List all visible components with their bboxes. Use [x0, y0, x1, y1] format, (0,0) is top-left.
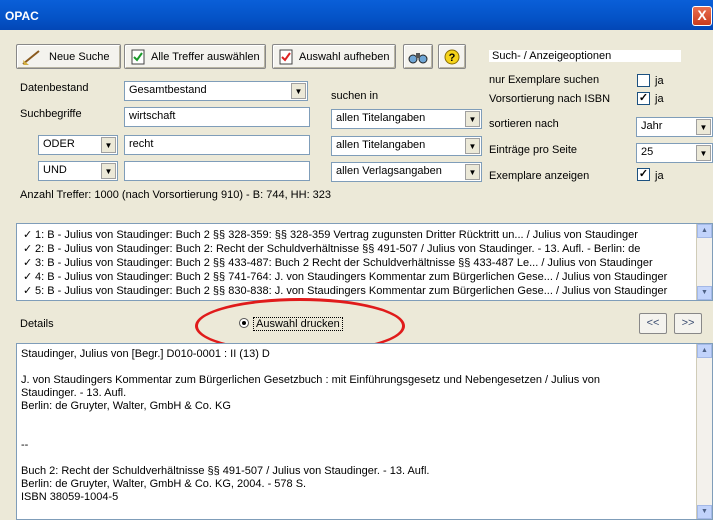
check-icon: ✓ — [23, 229, 33, 241]
search-field-1-value: allen Titelangaben — [336, 112, 426, 124]
search-terms-label: Suchbegriffe — [20, 108, 82, 120]
broom-icon — [21, 48, 45, 66]
window-title: OPAC — [5, 9, 39, 23]
search-term-1-input[interactable]: wirtschaft — [124, 107, 310, 127]
operator-2-select[interactable]: UND ▼ — [38, 161, 118, 181]
new-search-button[interactable]: Neue Suche — [16, 44, 121, 69]
only-copies-checkbox[interactable] — [637, 74, 650, 87]
chevron-down-icon: ▼ — [101, 163, 116, 179]
details-line: J. von Staudingers Kommentar zum Bürgerl… — [21, 374, 601, 386]
results-scrollbar[interactable]: ▲ ▼ — [696, 224, 712, 300]
new-search-label: Neue Suche — [49, 50, 110, 63]
only-copies-label: nur Exemplare suchen — [489, 74, 600, 86]
list-item[interactable]: ✓ 2: B - Julius von Staudinger: Buch 2: R… — [17, 242, 712, 256]
chevron-down-icon: ▼ — [101, 137, 116, 153]
chevron-down-icon: ▼ — [696, 119, 711, 135]
details-label: Details — [20, 318, 54, 330]
binoculars-button[interactable] — [403, 44, 433, 69]
presort-isbn-label: Vorsortierung nach ISBN — [489, 93, 611, 105]
search-in-label: suchen in — [331, 90, 379, 102]
check-icon: ✓ — [23, 243, 33, 255]
details-line: ISBN 38059-1004-5 — [21, 491, 119, 503]
scroll-up-icon[interactable]: ▲ — [697, 224, 712, 238]
operator-1-value: ODER — [43, 138, 75, 150]
presort-isbn-checkbox[interactable]: ✓ — [637, 92, 650, 105]
details-scrollbar[interactable]: ▲ ▼ — [696, 344, 712, 519]
select-all-button[interactable]: Alle Treffer auswählen — [124, 44, 266, 69]
details-line — [21, 426, 708, 439]
select-all-icon — [129, 48, 147, 66]
help-icon: ? — [443, 48, 461, 66]
details-line: Berlin: de Gruyter, Walter, GmbH & Co. K… — [21, 478, 307, 490]
search-field-3-select[interactable]: allen Verlagsangaben ▼ — [331, 162, 482, 182]
list-item[interactable]: ✓ 3: B - Julius von Staudinger: Buch 2 §§… — [17, 256, 712, 270]
holdings-select[interactable]: Gesamtbestand ▼ — [124, 81, 308, 101]
entries-per-page-value: 25 — [641, 146, 654, 158]
title-bar: OPAC X — [0, 0, 713, 30]
clear-selection-button[interactable]: Auswahl aufheben — [272, 44, 396, 69]
show-copies-checkbox[interactable]: ✓ — [637, 168, 650, 181]
details-line: Buch 2: Recht der Schuldverhältnisse §§ … — [21, 465, 430, 477]
scroll-down-icon[interactable]: ▼ — [697, 505, 712, 519]
previous-page-button[interactable]: << — [639, 313, 667, 334]
entries-per-page-select[interactable]: 25 ▼ — [636, 143, 713, 163]
show-copies-label: Exemplare anzeigen — [489, 170, 590, 182]
hit-count: Anzahl Treffer: 1000 (nach Vorsortierung… — [20, 189, 332, 201]
search-field-2-select[interactable]: allen Titelangaben ▼ — [331, 136, 482, 156]
close-button[interactable]: X — [692, 6, 712, 26]
details-line: -- — [21, 439, 29, 451]
list-item[interactable]: ✓ 1: B - Julius von Staudinger: Buch 2 §§… — [17, 228, 712, 242]
check-icon: ✓ — [23, 257, 33, 269]
search-field-2-value: allen Titelangaben — [336, 139, 426, 151]
clear-selection-icon — [277, 48, 295, 66]
details-line — [21, 452, 708, 465]
holdings-label: Datenbestand — [20, 82, 89, 94]
presort-isbn-value: ja — [655, 93, 664, 105]
operator-2-value: UND — [43, 164, 67, 176]
search-field-3-value: allen Verlagsangaben — [336, 165, 442, 177]
scroll-down-icon[interactable]: ▼ — [697, 286, 712, 300]
check-icon: ✓ — [23, 271, 33, 283]
help-button[interactable]: ? — [438, 44, 466, 69]
details-line — [21, 361, 708, 374]
entries-per-page-label: Einträge pro Seite — [489, 144, 578, 156]
select-all-label: Alle Treffer auswählen — [151, 50, 260, 63]
search-term-2-input[interactable]: recht — [124, 135, 310, 155]
search-field-1-select[interactable]: allen Titelangaben ▼ — [331, 109, 482, 129]
chevron-down-icon: ▼ — [465, 164, 480, 180]
operator-1-select[interactable]: ODER ▼ — [38, 135, 118, 155]
details-textarea[interactable]: Staudinger, Julius von [Begr.] D010-0001… — [16, 343, 713, 520]
clear-selection-label: Auswahl aufheben — [299, 50, 390, 63]
show-copies-value: ja — [655, 170, 664, 182]
details-line: Staudinger. - 13. Aufl. — [21, 387, 127, 399]
only-copies-value: ja — [655, 75, 664, 87]
list-item[interactable]: ✓ 4: B - Julius von Staudinger: Buch 2 §§… — [17, 270, 712, 284]
sort-by-select[interactable]: Jahr ▼ — [636, 117, 713, 137]
scroll-up-icon[interactable]: ▲ — [697, 344, 712, 358]
list-item[interactable]: ✓ 5: B - Julius von Staudinger: Buch 2 §§… — [17, 284, 712, 298]
details-line: Berlin: de Gruyter, Walter, GmbH & Co. K… — [21, 400, 231, 412]
chevron-down-icon: ▼ — [465, 138, 480, 154]
next-page-button[interactable]: >> — [674, 313, 702, 334]
details-line — [21, 413, 708, 426]
search-term-3-input[interactable] — [124, 161, 310, 181]
sort-by-label: sortieren nach — [489, 118, 559, 130]
binoculars-icon — [408, 49, 428, 65]
details-line: Staudinger, Julius von [Begr.] D010-0001… — [21, 348, 270, 360]
holdings-value: Gesamtbestand — [129, 84, 207, 96]
check-icon: ✓ — [23, 285, 33, 297]
results-list[interactable]: ✓ 1: B - Julius von Staudinger: Buch 2 §§… — [16, 223, 713, 301]
chevron-down-icon: ▼ — [696, 145, 711, 161]
sort-by-value: Jahr — [641, 120, 663, 132]
options-header: Such- / Anzeigeoptionen — [489, 50, 681, 62]
svg-text:?: ? — [449, 52, 456, 64]
chevron-down-icon: ▼ — [465, 111, 480, 127]
chevron-down-icon: ▼ — [291, 83, 306, 99]
